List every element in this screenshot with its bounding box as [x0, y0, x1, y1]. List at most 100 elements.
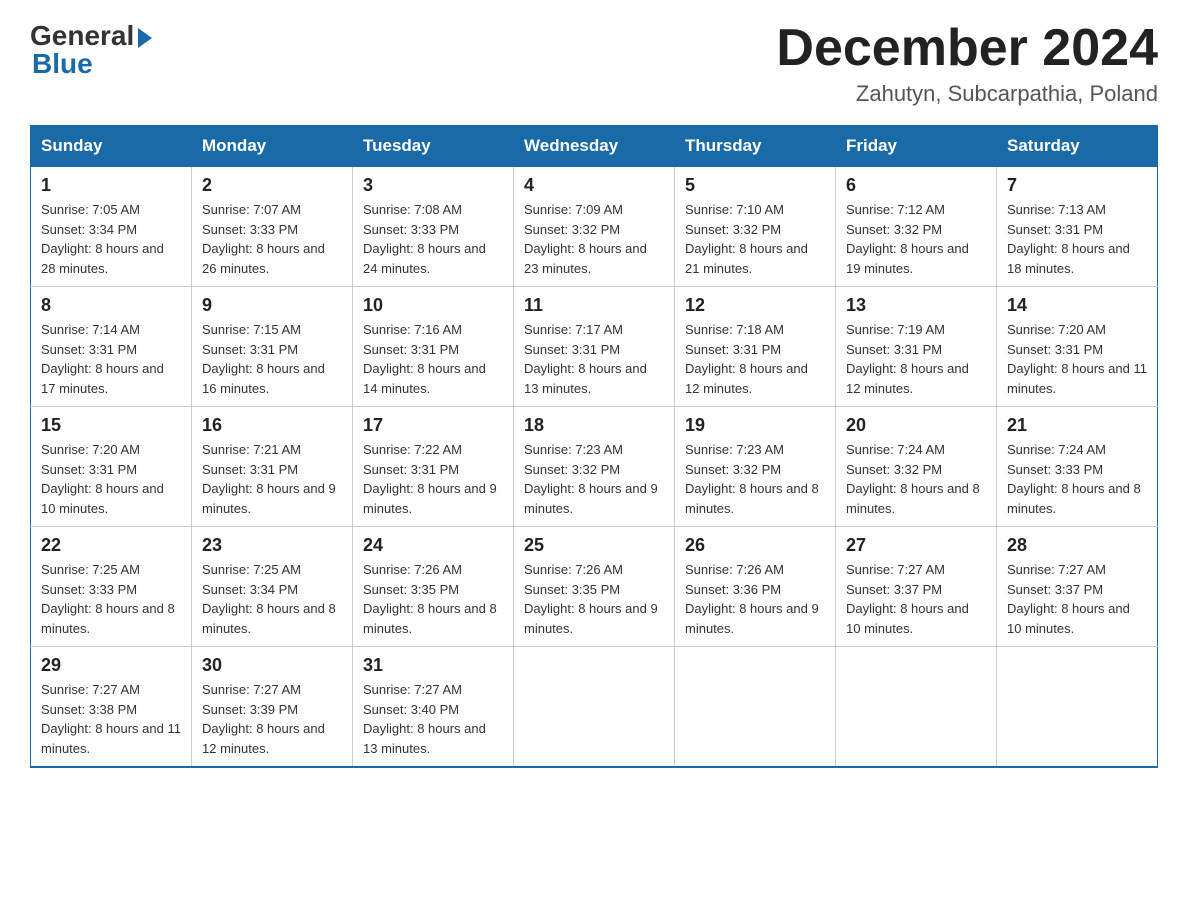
day-number: 17 — [363, 415, 503, 436]
day-info: Sunrise: 7:13 AMSunset: 3:31 PMDaylight:… — [1007, 200, 1147, 278]
day-info: Sunrise: 7:05 AMSunset: 3:34 PMDaylight:… — [41, 200, 181, 278]
day-number: 18 — [524, 415, 664, 436]
day-info: Sunrise: 7:18 AMSunset: 3:31 PMDaylight:… — [685, 320, 825, 398]
day-info: Sunrise: 7:14 AMSunset: 3:31 PMDaylight:… — [41, 320, 181, 398]
calendar-day-cell: 5 Sunrise: 7:10 AMSunset: 3:32 PMDayligh… — [675, 167, 836, 287]
day-number: 4 — [524, 175, 664, 196]
logo-blue-text: Blue — [32, 48, 93, 80]
calendar-week-row: 22 Sunrise: 7:25 AMSunset: 3:33 PMDaylig… — [31, 527, 1158, 647]
day-info: Sunrise: 7:25 AMSunset: 3:33 PMDaylight:… — [41, 560, 181, 638]
calendar-day-cell: 7 Sunrise: 7:13 AMSunset: 3:31 PMDayligh… — [997, 167, 1158, 287]
calendar-day-cell: 29 Sunrise: 7:27 AMSunset: 3:38 PMDaylig… — [31, 647, 192, 768]
day-info: Sunrise: 7:27 AMSunset: 3:38 PMDaylight:… — [41, 680, 181, 758]
day-of-week-header: Sunday — [31, 126, 192, 167]
day-number: 25 — [524, 535, 664, 556]
logo-arrow-icon — [138, 28, 152, 48]
day-number: 13 — [846, 295, 986, 316]
calendar-day-cell: 9 Sunrise: 7:15 AMSunset: 3:31 PMDayligh… — [192, 287, 353, 407]
calendar-day-cell: 18 Sunrise: 7:23 AMSunset: 3:32 PMDaylig… — [514, 407, 675, 527]
day-number: 19 — [685, 415, 825, 436]
day-number: 21 — [1007, 415, 1147, 436]
calendar-table: SundayMondayTuesdayWednesdayThursdayFrid… — [30, 125, 1158, 768]
day-of-week-header: Monday — [192, 126, 353, 167]
day-info: Sunrise: 7:09 AMSunset: 3:32 PMDaylight:… — [524, 200, 664, 278]
day-info: Sunrise: 7:27 AMSunset: 3:40 PMDaylight:… — [363, 680, 503, 758]
day-number: 8 — [41, 295, 181, 316]
day-info: Sunrise: 7:24 AMSunset: 3:32 PMDaylight:… — [846, 440, 986, 518]
day-number: 27 — [846, 535, 986, 556]
day-info: Sunrise: 7:20 AMSunset: 3:31 PMDaylight:… — [41, 440, 181, 518]
calendar-day-cell: 26 Sunrise: 7:26 AMSunset: 3:36 PMDaylig… — [675, 527, 836, 647]
location-subtitle: Zahutyn, Subcarpathia, Poland — [776, 81, 1158, 107]
calendar-day-cell: 1 Sunrise: 7:05 AMSunset: 3:34 PMDayligh… — [31, 167, 192, 287]
calendar-day-cell: 8 Sunrise: 7:14 AMSunset: 3:31 PMDayligh… — [31, 287, 192, 407]
day-number: 10 — [363, 295, 503, 316]
page-header: General Blue December 2024 Zahutyn, Subc… — [30, 20, 1158, 107]
day-number: 31 — [363, 655, 503, 676]
day-number: 2 — [202, 175, 342, 196]
day-number: 15 — [41, 415, 181, 436]
day-info: Sunrise: 7:27 AMSunset: 3:39 PMDaylight:… — [202, 680, 342, 758]
calendar-day-cell: 2 Sunrise: 7:07 AMSunset: 3:33 PMDayligh… — [192, 167, 353, 287]
calendar-day-cell: 3 Sunrise: 7:08 AMSunset: 3:33 PMDayligh… — [353, 167, 514, 287]
calendar-day-cell: 10 Sunrise: 7:16 AMSunset: 3:31 PMDaylig… — [353, 287, 514, 407]
calendar-day-cell: 13 Sunrise: 7:19 AMSunset: 3:31 PMDaylig… — [836, 287, 997, 407]
calendar-day-cell: 30 Sunrise: 7:27 AMSunset: 3:39 PMDaylig… — [192, 647, 353, 768]
day-info: Sunrise: 7:17 AMSunset: 3:31 PMDaylight:… — [524, 320, 664, 398]
calendar-day-cell: 15 Sunrise: 7:20 AMSunset: 3:31 PMDaylig… — [31, 407, 192, 527]
day-of-week-header: Thursday — [675, 126, 836, 167]
calendar-day-cell: 24 Sunrise: 7:26 AMSunset: 3:35 PMDaylig… — [353, 527, 514, 647]
month-title: December 2024 — [776, 20, 1158, 77]
calendar-day-cell: 27 Sunrise: 7:27 AMSunset: 3:37 PMDaylig… — [836, 527, 997, 647]
calendar-day-cell: 6 Sunrise: 7:12 AMSunset: 3:32 PMDayligh… — [836, 167, 997, 287]
calendar-day-cell: 22 Sunrise: 7:25 AMSunset: 3:33 PMDaylig… — [31, 527, 192, 647]
day-number: 12 — [685, 295, 825, 316]
day-info: Sunrise: 7:16 AMSunset: 3:31 PMDaylight:… — [363, 320, 503, 398]
calendar-day-cell: 23 Sunrise: 7:25 AMSunset: 3:34 PMDaylig… — [192, 527, 353, 647]
day-info: Sunrise: 7:20 AMSunset: 3:31 PMDaylight:… — [1007, 320, 1147, 398]
day-number: 14 — [1007, 295, 1147, 316]
day-of-week-header: Saturday — [997, 126, 1158, 167]
day-info: Sunrise: 7:10 AMSunset: 3:32 PMDaylight:… — [685, 200, 825, 278]
calendar-day-cell — [514, 647, 675, 768]
day-info: Sunrise: 7:07 AMSunset: 3:33 PMDaylight:… — [202, 200, 342, 278]
calendar-week-row: 8 Sunrise: 7:14 AMSunset: 3:31 PMDayligh… — [31, 287, 1158, 407]
day-number: 1 — [41, 175, 181, 196]
day-info: Sunrise: 7:27 AMSunset: 3:37 PMDaylight:… — [1007, 560, 1147, 638]
day-number: 28 — [1007, 535, 1147, 556]
day-info: Sunrise: 7:26 AMSunset: 3:35 PMDaylight:… — [524, 560, 664, 638]
day-info: Sunrise: 7:26 AMSunset: 3:35 PMDaylight:… — [363, 560, 503, 638]
calendar-day-cell: 20 Sunrise: 7:24 AMSunset: 3:32 PMDaylig… — [836, 407, 997, 527]
calendar-day-cell: 28 Sunrise: 7:27 AMSunset: 3:37 PMDaylig… — [997, 527, 1158, 647]
day-number: 20 — [846, 415, 986, 436]
calendar-header-row: SundayMondayTuesdayWednesdayThursdayFrid… — [31, 126, 1158, 167]
day-info: Sunrise: 7:19 AMSunset: 3:31 PMDaylight:… — [846, 320, 986, 398]
calendar-week-row: 29 Sunrise: 7:27 AMSunset: 3:38 PMDaylig… — [31, 647, 1158, 768]
calendar-day-cell — [836, 647, 997, 768]
day-info: Sunrise: 7:21 AMSunset: 3:31 PMDaylight:… — [202, 440, 342, 518]
day-info: Sunrise: 7:27 AMSunset: 3:37 PMDaylight:… — [846, 560, 986, 638]
calendar-day-cell: 16 Sunrise: 7:21 AMSunset: 3:31 PMDaylig… — [192, 407, 353, 527]
day-info: Sunrise: 7:22 AMSunset: 3:31 PMDaylight:… — [363, 440, 503, 518]
calendar-day-cell — [675, 647, 836, 768]
day-number: 23 — [202, 535, 342, 556]
day-number: 7 — [1007, 175, 1147, 196]
day-of-week-header: Friday — [836, 126, 997, 167]
calendar-day-cell: 12 Sunrise: 7:18 AMSunset: 3:31 PMDaylig… — [675, 287, 836, 407]
day-info: Sunrise: 7:23 AMSunset: 3:32 PMDaylight:… — [685, 440, 825, 518]
day-info: Sunrise: 7:26 AMSunset: 3:36 PMDaylight:… — [685, 560, 825, 638]
calendar-day-cell: 25 Sunrise: 7:26 AMSunset: 3:35 PMDaylig… — [514, 527, 675, 647]
calendar-day-cell: 11 Sunrise: 7:17 AMSunset: 3:31 PMDaylig… — [514, 287, 675, 407]
day-info: Sunrise: 7:23 AMSunset: 3:32 PMDaylight:… — [524, 440, 664, 518]
day-info: Sunrise: 7:25 AMSunset: 3:34 PMDaylight:… — [202, 560, 342, 638]
day-number: 29 — [41, 655, 181, 676]
day-number: 3 — [363, 175, 503, 196]
day-of-week-header: Tuesday — [353, 126, 514, 167]
day-number: 11 — [524, 295, 664, 316]
day-number: 30 — [202, 655, 342, 676]
day-number: 24 — [363, 535, 503, 556]
day-info: Sunrise: 7:24 AMSunset: 3:33 PMDaylight:… — [1007, 440, 1147, 518]
day-number: 5 — [685, 175, 825, 196]
calendar-week-row: 15 Sunrise: 7:20 AMSunset: 3:31 PMDaylig… — [31, 407, 1158, 527]
title-area: December 2024 Zahutyn, Subcarpathia, Pol… — [776, 20, 1158, 107]
